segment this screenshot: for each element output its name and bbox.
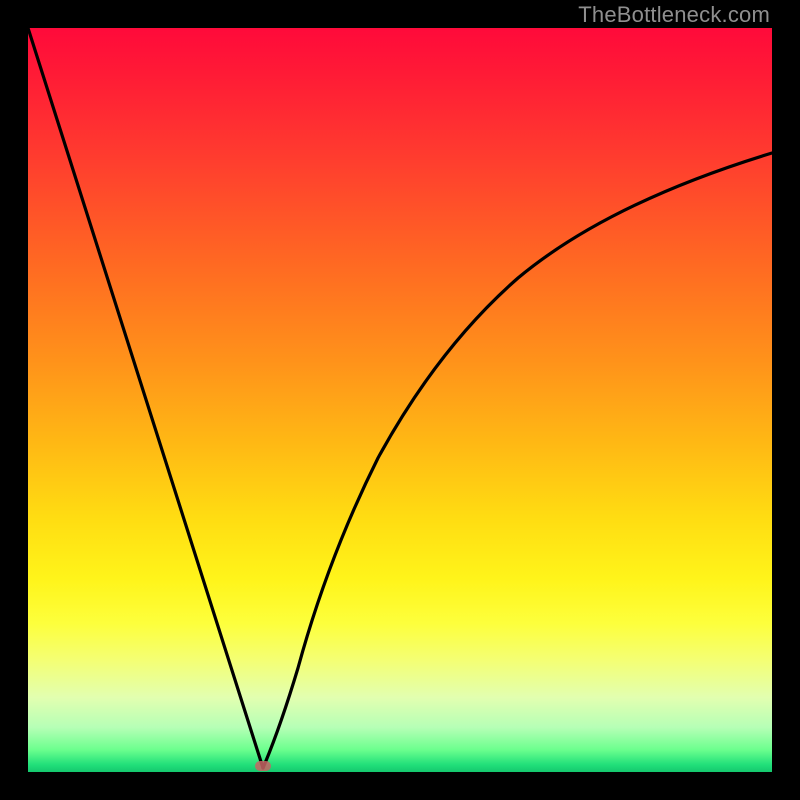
watermark-text: TheBottleneck.com <box>578 2 770 28</box>
curve-left-branch <box>28 28 263 768</box>
chart-frame: TheBottleneck.com <box>0 0 800 800</box>
bottleneck-curve <box>28 28 772 772</box>
plot-area <box>28 28 772 772</box>
curve-right-branch <box>263 153 772 768</box>
vertex-marker <box>255 761 271 771</box>
